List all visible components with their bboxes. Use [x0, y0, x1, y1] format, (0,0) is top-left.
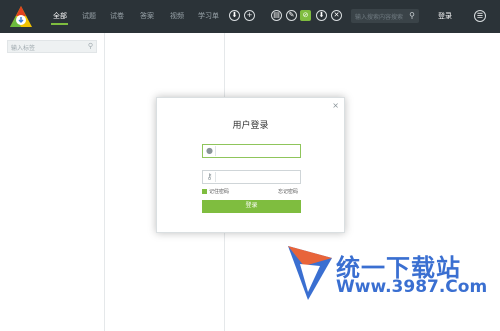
edit-icon[interactable]: ✎	[286, 10, 297, 21]
tag-search-placeholder: 输入标签	[11, 45, 36, 52]
forgot-password-link[interactable]: 忘记密码	[278, 188, 298, 195]
menu-icon[interactable]: ☰	[474, 10, 486, 22]
tag-search-input[interactable]: 输入标签 ⚲	[7, 40, 97, 53]
nav-answers[interactable]: 答案	[140, 11, 154, 21]
nav-all[interactable]: 全部	[53, 11, 67, 21]
login-button[interactable]: 登录	[202, 200, 301, 213]
nav-active-indicator	[51, 23, 68, 25]
remember-label: 记住密码	[209, 189, 230, 195]
search-icon[interactable]: ⚲	[88, 42, 93, 50]
sidebar: 输入标签 ⚲	[0, 33, 105, 331]
clear-icon[interactable]: ⊘	[300, 10, 311, 21]
key-icon: ⚷	[204, 172, 216, 182]
app-logo	[10, 6, 32, 27]
close-circle-icon[interactable]: ✕	[331, 10, 342, 21]
search-input[interactable]: 输入搜索内容搜索 ⚲	[351, 9, 419, 23]
dialog-title: 用户登录	[232, 121, 269, 131]
top-toolbar: 全部 试题 试卷 答案 视频 学习单 ⬇ + ▤ ✎ ⊘ ⬇ ✕ 输入搜索内容搜…	[0, 0, 500, 33]
app-window: 全部 试题 试卷 答案 视频 学习单 ⬇ + ▤ ✎ ⊘ ⬇ ✕ 输入搜索内容搜…	[0, 0, 500, 331]
watermark-logo	[288, 246, 332, 300]
download-icon[interactable]: ⬇	[229, 10, 240, 21]
search-icon[interactable]: ⚲	[409, 11, 415, 21]
checkbox-checked-icon[interactable]	[202, 189, 207, 194]
import-icon[interactable]: ⬇	[316, 10, 327, 21]
nav-papers[interactable]: 试卷	[110, 11, 124, 21]
watermark-url: Www.3987.Com	[336, 277, 488, 297]
add-icon[interactable]: +	[244, 10, 255, 21]
nav-study-list[interactable]: 学习单	[198, 11, 219, 21]
document-icon[interactable]: ▤	[271, 10, 282, 21]
remember-password-checkbox[interactable]: 记住密码	[202, 188, 229, 195]
close-icon[interactable]: ×	[332, 101, 339, 110]
login-link[interactable]: 登录	[438, 11, 452, 21]
user-icon: ●	[204, 146, 216, 156]
nav-videos[interactable]: 视频	[170, 11, 184, 21]
password-field[interactable]: ⚷	[202, 170, 301, 184]
watermark: 统一下载站 Www.3987.Com	[286, 244, 487, 304]
username-field[interactable]: ●	[202, 144, 301, 158]
login-dialog: × 用户登录 ● ⚷ 记住密码 忘记密码 登录	[156, 97, 345, 233]
search-placeholder: 输入搜索内容搜索	[355, 14, 404, 21]
nav-questions[interactable]: 试题	[82, 11, 96, 21]
